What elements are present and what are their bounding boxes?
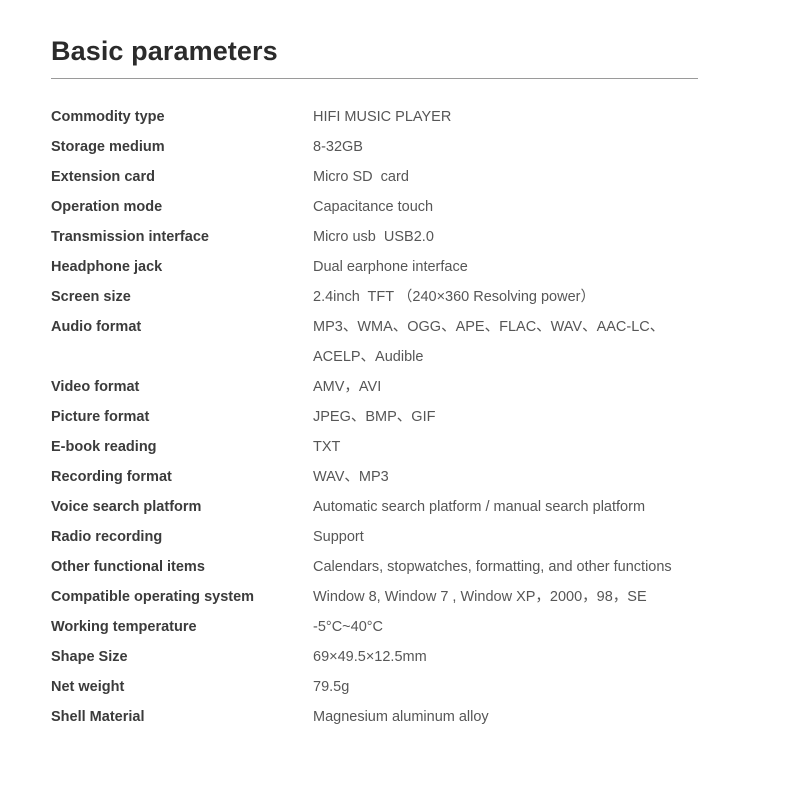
spec-label: Shell Material (51, 709, 145, 725)
spec-label: Compatible operating system (51, 589, 255, 605)
spec-row: Video format AMV，AVI (51, 372, 741, 402)
spec-value: Support (313, 529, 364, 545)
spec-row: Headphone jack Dual earphone interface (51, 252, 741, 282)
spec-value: HIFI MUSIC PLAYER (313, 109, 452, 125)
spec-label: Screen size (51, 289, 131, 305)
spec-label: Picture format (51, 409, 150, 425)
spec-label: Recording format (51, 469, 172, 485)
spec-row: Compatible operating system Window 8, Win… (51, 582, 741, 612)
spec-value-line: ACELP、Audible (313, 349, 424, 365)
spec-value: Window 8, Window 7 , Window XP，2000，98，S… (313, 589, 647, 605)
spec-label: Extension card (51, 169, 155, 185)
spec-row: Commodity type HIFI MUSIC PLAYER (51, 102, 741, 132)
spec-row: Radio recording Support (51, 522, 741, 552)
spec-value: MP3、WMA、OGG、APE、FLAC、WAV、AAC-LC、 ACELP、Au… (313, 312, 741, 372)
spec-row: Transmission interface Micro usb USB2.0 (51, 222, 741, 252)
spec-row: Recording format WAV、MP3 (51, 462, 741, 492)
spec-page: Basic parameters Commodity type HIFI MUSI… (0, 0, 790, 803)
spec-row: Extension card Micro SD card (51, 162, 741, 192)
spec-row: Screen size 2.4inch TFT （240×360 Resolvin… (51, 282, 741, 312)
spec-value: 69×49.5×12.5mm (313, 649, 427, 665)
spec-row: Shape Size 69×49.5×12.5mm (51, 642, 741, 672)
spec-label: Shape Size (51, 649, 128, 665)
spec-row: E-book reading TXT (51, 432, 741, 462)
spec-value: TXT (313, 439, 341, 455)
page-title: Basic parameters (51, 36, 278, 66)
spec-label: Operation mode (51, 199, 163, 215)
spec-value: Automatic search platform / manual searc… (313, 499, 646, 515)
spec-value: Micro SD card (313, 169, 409, 185)
spec-label: Audio format (51, 319, 142, 335)
spec-row: Operation mode Capacitance touch (51, 192, 741, 222)
specifications-table-body: Commodity type HIFI MUSIC PLAYER Storage m… (51, 102, 741, 732)
spec-row: Storage medium 8-32GB (51, 132, 741, 162)
spec-row: Picture format JPEG、BMP、GIF (51, 402, 741, 432)
spec-value-line: MP3、WMA、OGG、APE、FLAC、WAV、AAC-LC、 (313, 319, 665, 335)
spec-row: Working temperature -5°C~40°C (51, 612, 741, 642)
spec-value: 8-32GB (313, 139, 363, 155)
spec-label: Video format (51, 379, 140, 395)
spec-value: Capacitance touch (313, 199, 434, 215)
spec-label: Net weight (51, 679, 125, 695)
spec-value: WAV、MP3 (313, 469, 389, 485)
spec-value: -5°C~40°C (313, 619, 384, 635)
spec-label: Working temperature (51, 619, 197, 635)
spec-label: Transmission interface (51, 229, 209, 245)
spec-value: Dual earphone interface (313, 259, 468, 275)
spec-value: AMV，AVI (313, 379, 382, 395)
title-divider (51, 78, 698, 79)
spec-value: Magnesium aluminum alloy (313, 709, 489, 725)
spec-value: 2.4inch TFT （240×360 Resolving power） (313, 289, 595, 305)
spec-label: Voice search platform (51, 499, 202, 515)
spec-label: Radio recording (51, 529, 163, 545)
spec-label: Other functional items (51, 559, 205, 575)
spec-row: Audio format MP3、WMA、OGG、APE、FLAC、WAV、AAC… (51, 312, 741, 372)
spec-row: Voice search platform Automatic search pl… (51, 492, 741, 522)
spec-value: Micro usb USB2.0 (313, 229, 434, 245)
spec-label: Commodity type (51, 109, 165, 125)
spec-value: Calendars, stopwatches, formatting, and … (313, 559, 672, 575)
spec-sheet: Basic parameters Commodity type HIFI MUSI… (51, 34, 741, 732)
spec-value: 79.5g (313, 679, 350, 695)
spec-value: JPEG、BMP、GIF (313, 409, 436, 425)
spec-label: Headphone jack (51, 259, 163, 275)
spec-row: Shell Material Magnesium aluminum alloy (51, 702, 741, 732)
spec-row: Net weight 79.5g (51, 672, 741, 702)
spec-label: E-book reading (51, 439, 157, 455)
spec-row: Other functional items Calendars, stopwat… (51, 552, 741, 582)
spec-label: Storage medium (51, 139, 165, 155)
specifications-table: Commodity type HIFI MUSIC PLAYER Storage m… (51, 102, 741, 732)
